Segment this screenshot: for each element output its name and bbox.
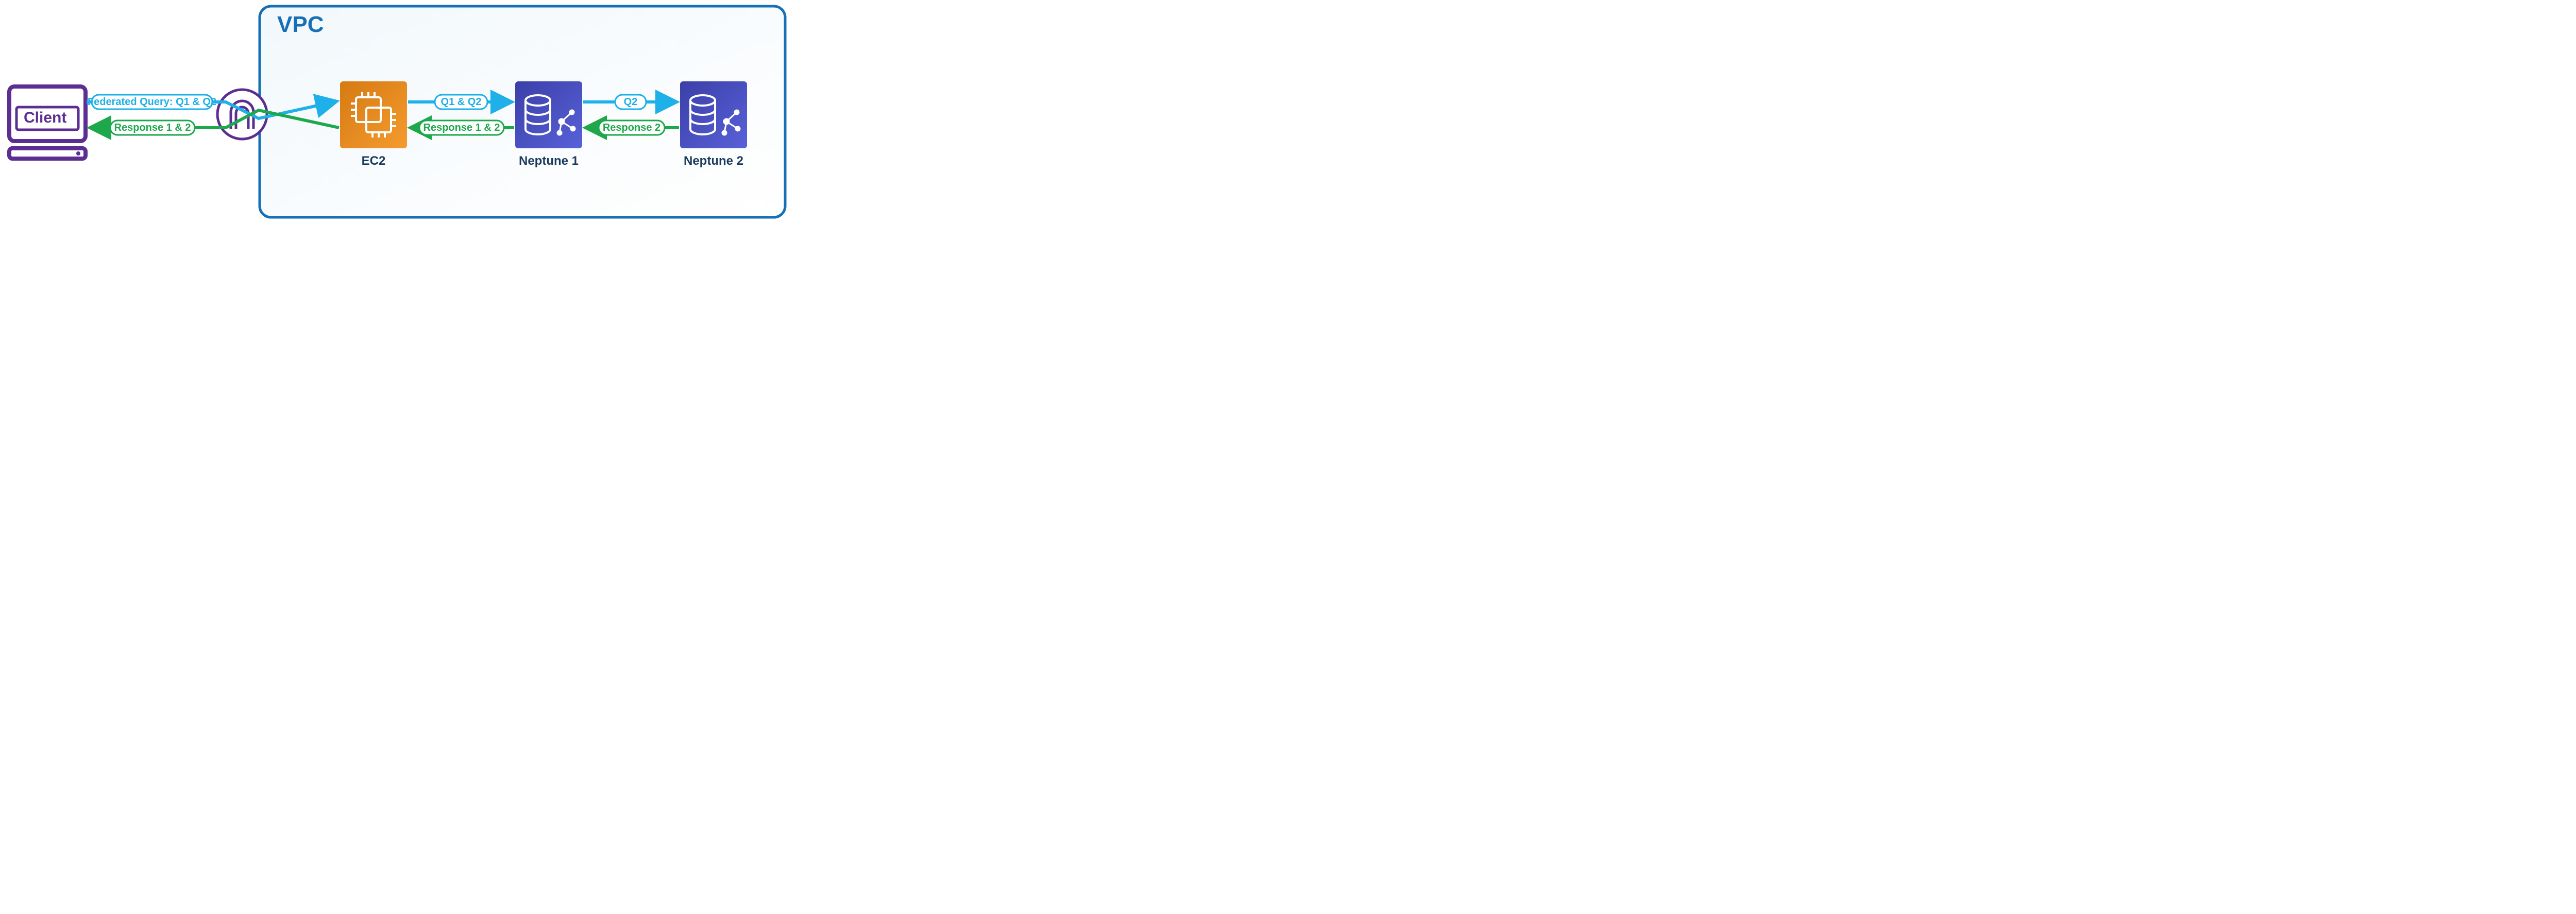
pill-response-1-2-left: Response 1 & 2 bbox=[110, 120, 195, 135]
neptune1-node bbox=[515, 81, 582, 148]
pill-response-1-2-mid: Response 1 & 2 bbox=[419, 120, 504, 135]
ec2-node bbox=[340, 81, 407, 148]
neptune2-node bbox=[680, 81, 747, 148]
svg-text:Response 1 & 2: Response 1 & 2 bbox=[114, 122, 191, 133]
client-label: Client bbox=[24, 109, 66, 126]
vpc-label: VPC bbox=[277, 12, 324, 37]
neptune1-label: Neptune 1 bbox=[519, 154, 579, 168]
architecture-diagram: VPC Client EC2 bbox=[0, 0, 793, 229]
gateway-icon bbox=[217, 90, 267, 139]
neptune2-label: Neptune 2 bbox=[684, 154, 743, 168]
svg-text:Q1 & Q2: Q1 & Q2 bbox=[441, 96, 482, 108]
ec2-label: EC2 bbox=[362, 154, 386, 168]
svg-text:Q2: Q2 bbox=[624, 96, 638, 108]
pill-response-2: Response 2 bbox=[599, 120, 665, 135]
client-icon: Client bbox=[9, 87, 86, 159]
pill-federated-query: Federated Query: Q1 & Q2 bbox=[88, 95, 216, 109]
svg-text:Response 2: Response 2 bbox=[603, 122, 660, 133]
pill-q2: Q2 bbox=[615, 95, 646, 109]
pill-q1-q2: Q1 & Q2 bbox=[435, 95, 487, 109]
svg-text:Response 1 & 2: Response 1 & 2 bbox=[423, 122, 500, 133]
svg-text:Federated Query: Q1 & Q2: Federated Query: Q1 & Q2 bbox=[88, 96, 216, 108]
